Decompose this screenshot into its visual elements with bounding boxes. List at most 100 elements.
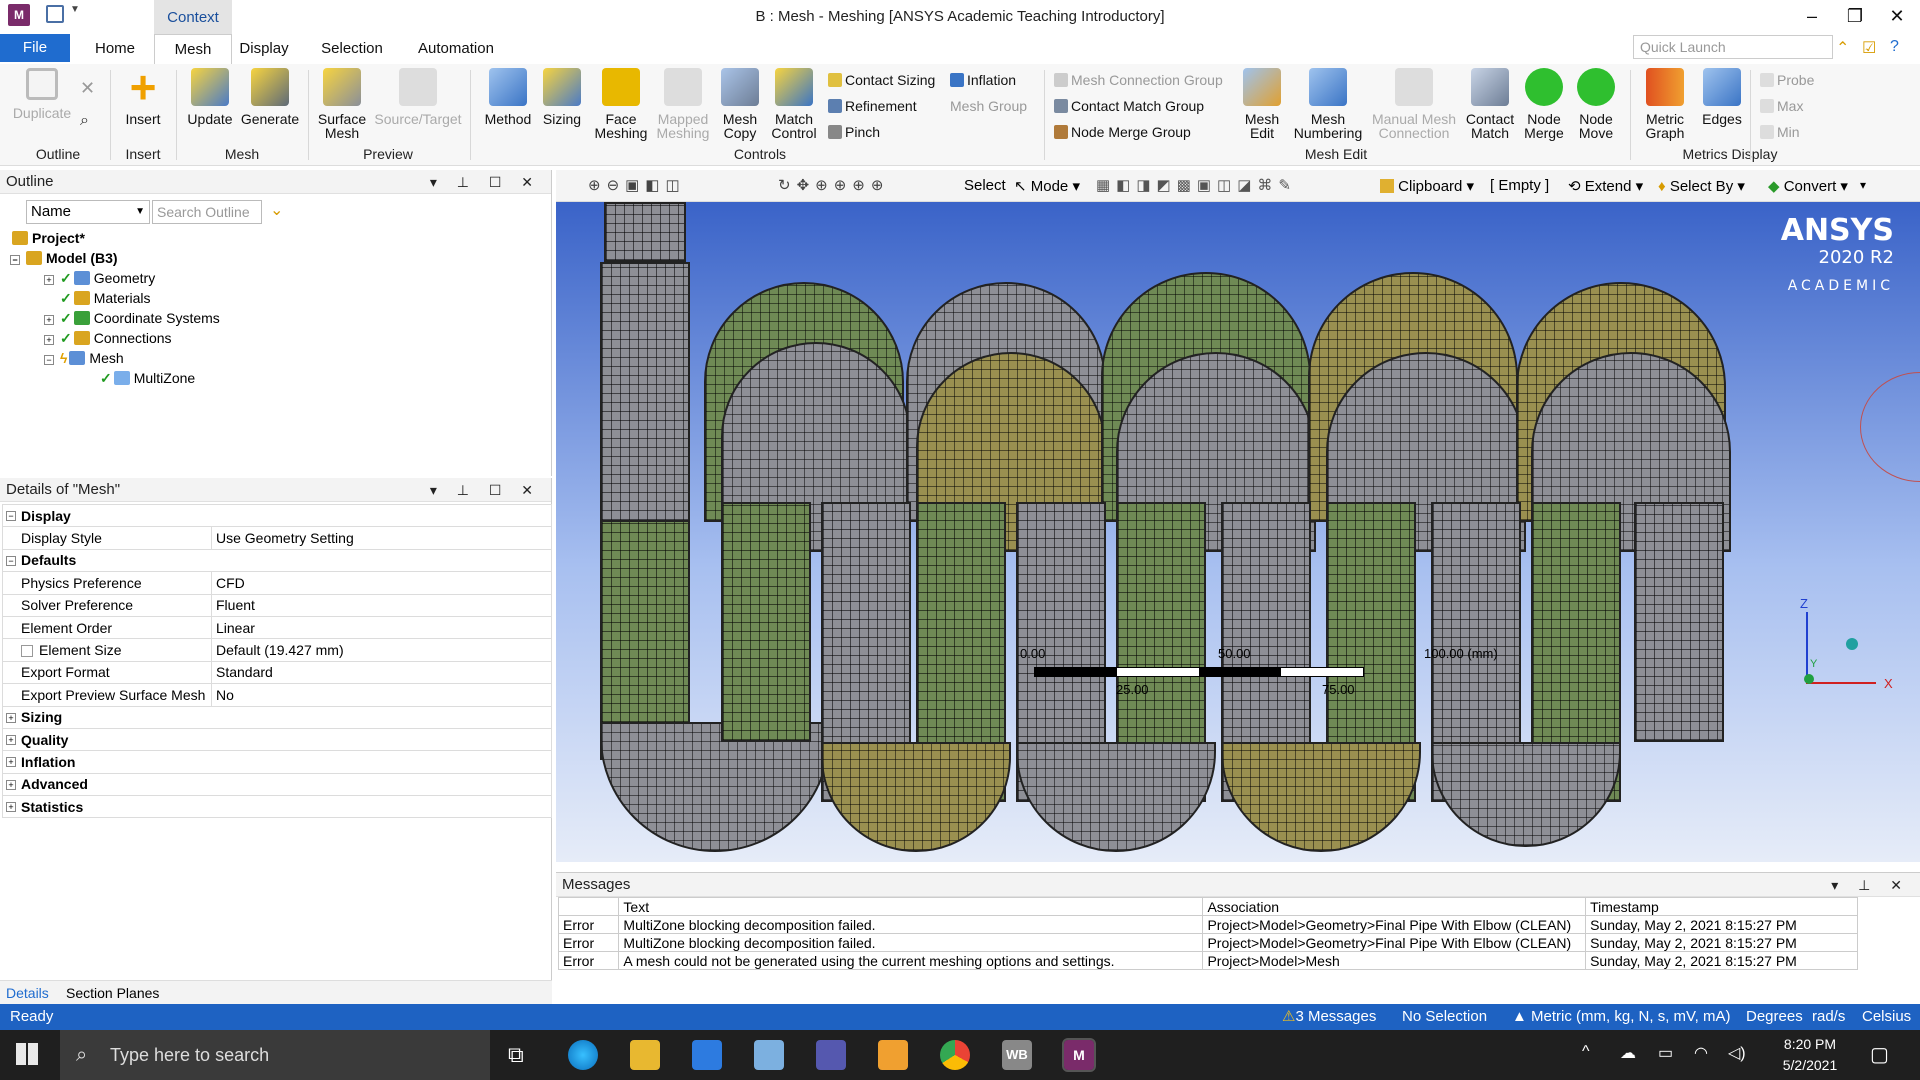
name-filter-select[interactable]: Name ▼ [26, 200, 150, 224]
temperature-units[interactable]: Celsius [1862, 1004, 1911, 1030]
file-explorer-icon[interactable] [630, 1040, 660, 1070]
collapse-icon[interactable]: − [10, 255, 20, 265]
sizing-button[interactable]: Sizing [538, 66, 586, 126]
notifications-icon[interactable]: ▢ [1870, 1042, 1889, 1067]
tree-item-model[interactable]: − Model (B3) [10, 248, 118, 268]
source-target-button[interactable]: Source/Target [372, 66, 464, 126]
select-by-dropdown[interactable]: ♦ Select By ▾ [1658, 177, 1745, 195]
tree-item-multizone[interactable]: ✓ MultiZone [100, 368, 195, 388]
tab-home[interactable]: Home [80, 34, 150, 64]
property-value[interactable]: CFD [211, 571, 552, 595]
expand-icon[interactable]: + [44, 335, 54, 345]
manual-mesh-connection-button[interactable]: Manual Mesh Connection [1368, 66, 1460, 140]
tree-item-mesh[interactable]: − ϟ Mesh [44, 348, 124, 368]
expand-icon[interactable]: + [6, 802, 16, 813]
mesh-edit-button[interactable]: Mesh Edit [1236, 66, 1288, 140]
category-defaults[interactable]: − Defaults [2, 548, 552, 573]
fluent-icon[interactable] [878, 1040, 908, 1070]
graphics-viewport[interactable]: 0.00 50.00 100.00 (mm) 25.00 75.00 ANSYS… [556, 202, 1920, 862]
match-control-button[interactable]: Match Control [766, 66, 822, 140]
collapse-icon[interactable]: − [6, 555, 16, 566]
teams-icon[interactable] [816, 1040, 846, 1070]
restore-button[interactable]: ❐ [1840, 6, 1870, 28]
details-row[interactable]: Element Size Default (19.427 mm) [2, 638, 552, 662]
refinement-button[interactable]: Refinement [828, 98, 917, 114]
tab-file[interactable]: File [0, 34, 70, 62]
node-merge-group-button[interactable]: Node Merge Group [1054, 124, 1191, 140]
contact-match-button[interactable]: Contact Match [1462, 66, 1518, 140]
min-button[interactable]: Min [1760, 124, 1800, 140]
taskbar-search-box[interactable]: ⌕ Type here to search [60, 1030, 490, 1080]
battery-icon[interactable]: ▭ [1658, 1043, 1673, 1063]
property-value[interactable]: No [211, 683, 552, 707]
tree-item-coordinate-systems[interactable]: + ✓ Coordinate Systems [44, 308, 220, 328]
mapped-meshing-button[interactable]: Mapped Meshing [652, 66, 714, 140]
search-outline-input[interactable]: Search Outline [152, 200, 262, 224]
details-row[interactable]: Display Style Use Geometry Setting [2, 526, 552, 550]
mesh-connection-group-button[interactable]: Mesh Connection Group [1054, 72, 1223, 88]
windows-start-icon[interactable] [16, 1043, 38, 1065]
tab-display[interactable]: Display [236, 34, 292, 64]
details-row[interactable]: Physics Preference CFD [2, 571, 552, 595]
angular-velocity-units[interactable]: rad/s [1812, 1004, 1845, 1030]
volume-icon[interactable]: ◁) [1728, 1043, 1746, 1063]
face-meshing-button[interactable]: Face Meshing [590, 66, 652, 140]
node-merge-button[interactable]: Node Merge [1518, 66, 1570, 140]
mode-dropdown[interactable]: ↖ Mode ▾ [1014, 177, 1080, 195]
pinch-button[interactable]: Pinch [828, 124, 880, 140]
tree-item-project[interactable]: Project* [12, 228, 85, 248]
feedback-icon[interactable]: ☑ [1862, 38, 1876, 58]
category-inflation[interactable]: + Inflation [2, 750, 552, 774]
quick-launch-input[interactable]: Quick Launch [1633, 35, 1833, 59]
panel-controls[interactable]: ▾ ⊥ ✕ [1831, 873, 1910, 897]
surface-mesh-button[interactable]: Surface Mesh [312, 66, 372, 140]
property-value[interactable]: Fluent [211, 593, 552, 617]
category-quality[interactable]: + Quality [2, 727, 552, 752]
mesh-numbering-button[interactable]: Mesh Numbering [1288, 66, 1368, 140]
inflation-button[interactable]: Inflation [950, 72, 1016, 88]
message-row[interactable]: Error A mesh could not be generated usin… [557, 951, 1858, 970]
chevron-up-icon[interactable]: ⌃ [1836, 38, 1849, 58]
node-move-button[interactable]: Node Move [1570, 66, 1622, 140]
search-options-icon[interactable]: ⌄ [270, 200, 283, 220]
find-icon[interactable]: ⌕ [80, 112, 89, 130]
close-button[interactable]: ✕ [1882, 6, 1912, 28]
help-icon[interactable]: ? [1890, 38, 1899, 56]
messages-status[interactable]: ⚠3 Messages [1282, 1004, 1376, 1030]
taskbar-clock[interactable]: 8:20 PM 5/2/2021 [1770, 1034, 1850, 1076]
duplicate-button[interactable]: Duplicate [10, 66, 74, 120]
selection-filter-icons[interactable]: ▦◧◨◩▩▣◫◪⌘✎ [1096, 176, 1297, 194]
text-column-header[interactable]: Text [618, 897, 1204, 916]
collapse-icon[interactable]: − [44, 355, 54, 365]
expand-icon[interactable]: + [6, 712, 16, 723]
timestamp-column-header[interactable]: Timestamp [1585, 897, 1858, 916]
onedrive-icon[interactable]: ☁ [1620, 1043, 1636, 1063]
tree-item-geometry[interactable]: + ✓ Geometry [44, 268, 155, 288]
metric-graph-button[interactable]: Metric Graph [1636, 66, 1694, 140]
expand-icon[interactable]: + [6, 734, 16, 745]
store-icon[interactable] [692, 1040, 722, 1070]
angle-units[interactable]: Degrees [1746, 1004, 1803, 1030]
contact-sizing-button[interactable]: Contact Sizing [828, 72, 935, 88]
edges-button[interactable]: Edges [1696, 66, 1748, 126]
iso-view-ball[interactable] [1846, 638, 1858, 650]
property-value[interactable]: Use Geometry Setting [211, 526, 552, 550]
details-row[interactable]: Solver Preference Fluent [2, 593, 552, 617]
units-status[interactable]: ▲ Metric (mm, kg, N, s, mV, mA) [1512, 1004, 1730, 1030]
update-button[interactable]: Update [182, 66, 238, 126]
tab-selection[interactable]: Selection [316, 34, 388, 64]
category-advanced[interactable]: + Advanced [2, 772, 552, 797]
tree-item-materials[interactable]: ✓ Materials [60, 288, 151, 308]
task-view-icon[interactable]: ⧉ [508, 1042, 524, 1068]
property-value[interactable]: Standard [211, 660, 552, 685]
expand-icon[interactable]: + [6, 779, 16, 790]
details-row[interactable]: Export Preview Surface Mesh No [2, 683, 552, 707]
method-button[interactable]: Method [476, 66, 540, 126]
delete-icon[interactable]: ✕ [80, 78, 95, 99]
parameter-checkbox[interactable] [21, 645, 33, 658]
workbench-icon[interactable]: WB [1002, 1040, 1032, 1070]
wifi-icon[interactable]: ◠ [1694, 1043, 1708, 1063]
tab-automation[interactable]: Automation [410, 34, 502, 64]
expand-icon[interactable]: + [44, 275, 54, 285]
extend-dropdown[interactable]: ⟲ Extend ▾ [1568, 177, 1643, 195]
